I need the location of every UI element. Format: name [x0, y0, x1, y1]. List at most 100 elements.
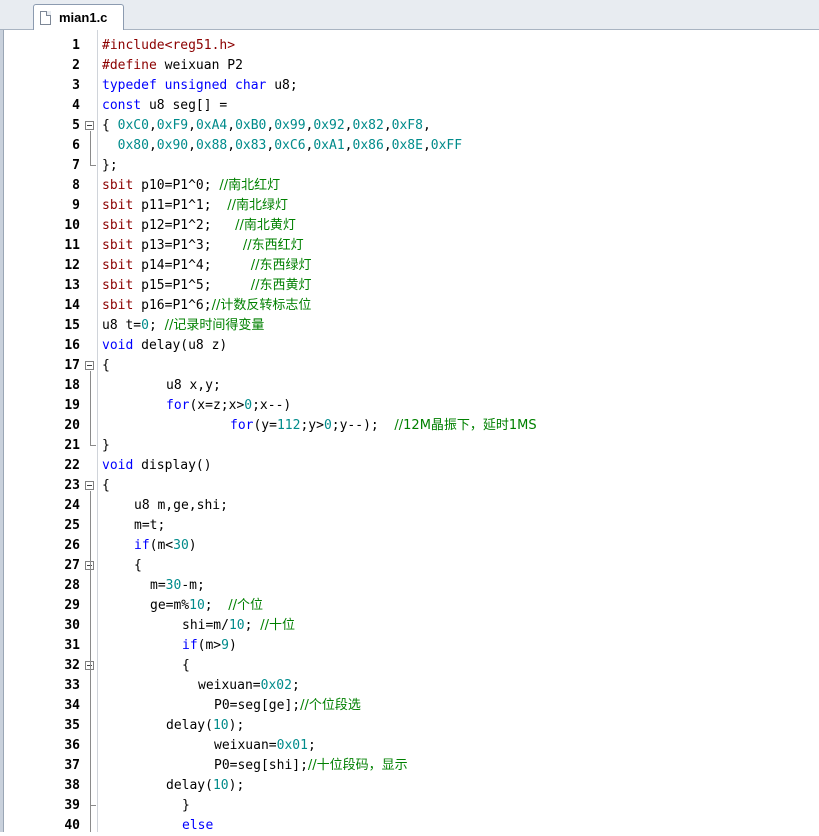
code-line[interactable]: 3 typedef unsigned char u8;: [0, 76, 819, 96]
code-line[interactable]: 33 weixuan=0x02;: [0, 676, 819, 696]
code-line[interactable]: 26 if(m<30): [0, 536, 819, 556]
line-number: 24: [64, 498, 80, 513]
code-line[interactable]: 12 sbit p14=P1^4; //东西绿灯: [0, 256, 819, 276]
code-token: for: [166, 398, 190, 413]
code-text: {: [182, 656, 190, 676]
code-line[interactable]: 24 u8 m,ge,shi;: [0, 496, 819, 516]
tab-label: mian1.c: [59, 10, 108, 25]
code-text: const u8 seg[] =: [102, 96, 227, 116]
code-token: //南北红灯: [219, 178, 281, 193]
code-text: delay(10);: [166, 776, 244, 796]
code-token: //东西黄灯: [250, 278, 312, 293]
code-text: sbit p11=P1^1; //南北绿灯: [102, 196, 288, 216]
code-token: 0: [141, 318, 149, 333]
code-token: //个位段选: [300, 698, 361, 713]
code-line[interactable]: 5{ 0xC0,0xF9,0xA4,0xB0,0x99,0x92,0x82,0x…: [0, 116, 819, 136]
code-line[interactable]: 40 else: [0, 816, 819, 836]
code-token: 10: [189, 598, 205, 613]
fold-collapse-icon[interactable]: [85, 121, 94, 130]
fold-collapse-icon[interactable]: [85, 481, 94, 490]
code-token: p13=P1^3;: [141, 238, 243, 253]
code-line[interactable]: 10 sbit p12=P1^2; //南北黄灯: [0, 216, 819, 236]
code-token: p15=P1^5;: [141, 278, 251, 293]
code-line[interactable]: 25 m=t;: [0, 516, 819, 536]
code-token: m=: [150, 578, 166, 593]
code-text: shi=m/10; //十位: [182, 616, 295, 636]
code-token: p10=P1^0;: [141, 178, 220, 193]
line-number: 28: [64, 578, 80, 593]
code-text: {: [102, 356, 110, 376]
code-line[interactable]: 2 #define weixuan P2: [0, 56, 819, 76]
line-number: 32: [64, 658, 80, 673]
code-line[interactable]: 21}: [0, 436, 819, 456]
code-line[interactable]: 6 0x80,0x90,0x88,0x83,0xC6,0xA1,0x86,0x8…: [0, 136, 819, 156]
code-token: //南北绿灯: [227, 198, 288, 213]
code-line[interactable]: 9 sbit p11=P1^1; //南北绿灯: [0, 196, 819, 216]
code-line[interactable]: 36 weixuan=0x01;: [0, 736, 819, 756]
code-line[interactable]: 7};: [0, 156, 819, 176]
code-token: u8 x,y;: [166, 378, 221, 393]
code-line[interactable]: 38 delay(10);: [0, 776, 819, 796]
code-line[interactable]: 29 ge=m%10; //个位: [0, 596, 819, 616]
code-token: (m<: [149, 538, 174, 553]
code-token: //十位: [260, 618, 296, 633]
code-token: weixuan P2: [164, 58, 243, 73]
code-token: sbit: [102, 258, 142, 273]
code-token: ;y--);: [331, 418, 395, 433]
code-token: //记录时间得变量: [164, 318, 265, 333]
code-line[interactable]: 8 sbit p10=P1^0; //南北红灯: [0, 176, 819, 196]
code-line[interactable]: 30 shi=m/10; //十位: [0, 616, 819, 636]
code-text: #define weixuan P2: [102, 56, 243, 76]
code-line[interactable]: 11 sbit p13=P1^3; //东西红灯: [0, 236, 819, 256]
code-line[interactable]: 20 for(y=112;y>0;y--); //12M晶振下，延时1MS: [0, 416, 819, 436]
code-line[interactable]: 4 const u8 seg[] =: [0, 96, 819, 116]
code-token: 10: [228, 618, 245, 633]
code-text: for(x=z;x>0;x--): [166, 396, 291, 416]
code-token: };: [102, 158, 118, 173]
line-number: 21: [64, 438, 80, 453]
code-token: 0x99: [274, 118, 306, 133]
code-token: 0x8E: [391, 138, 423, 153]
code-line[interactable]: 23 {: [0, 476, 819, 496]
fold-guide: [90, 371, 91, 446]
line-number: 10: [64, 218, 80, 233]
code-token: 0x86: [352, 138, 384, 153]
code-line[interactable]: 35 delay(10);: [0, 716, 819, 736]
code-line[interactable]: 15 u8 t=0; //记录时间得变量: [0, 316, 819, 336]
code-token: p12=P1^2;: [141, 218, 236, 233]
code-line[interactable]: 39}: [0, 796, 819, 816]
code-text: void display(): [102, 456, 212, 476]
code-line[interactable]: 18 u8 x,y;: [0, 376, 819, 396]
line-number: 2: [72, 58, 80, 73]
code-token: 0xF8: [391, 118, 423, 133]
code-line[interactable]: 13 sbit p15=P1^5; //东西黄灯: [0, 276, 819, 296]
code-line[interactable]: 22 void display(): [0, 456, 819, 476]
line-number: 1: [72, 38, 80, 53]
code-token: ,: [344, 118, 353, 133]
line-number: 37: [64, 758, 80, 773]
code-line[interactable]: 34 P0=seg[ge];//个位段选: [0, 696, 819, 716]
code-text: void delay(u8 z): [102, 336, 227, 356]
code-text: };: [102, 156, 118, 176]
code-line[interactable]: 17 {: [0, 356, 819, 376]
code-editor[interactable]: 1 #include<reg51.h> 2 #define weixuan P2 3 ty…: [0, 30, 819, 833]
code-line[interactable]: 16 void delay(u8 z): [0, 336, 819, 356]
tab-mian1-c[interactable]: mian1.c: [33, 4, 124, 30]
code-token: weixuan=: [214, 738, 277, 753]
code-token: 0xF9: [156, 118, 189, 133]
code-line[interactable]: 14 sbit p16=P1^6;//计数反转标志位: [0, 296, 819, 316]
code-token: {: [102, 478, 110, 493]
code-text: u8 m,ge,shi;: [134, 496, 228, 516]
code-token: p16=P1^6;: [141, 298, 212, 313]
code-line[interactable]: 19 for(x=z;x>0;x--): [0, 396, 819, 416]
code-line[interactable]: 32 {: [0, 656, 819, 676]
code-token: );: [228, 778, 245, 793]
fold-collapse-icon[interactable]: [85, 361, 94, 370]
code-line[interactable]: 1 #include<reg51.h>: [0, 36, 819, 56]
code-line[interactable]: 27 {: [0, 556, 819, 576]
code-line[interactable]: 28 m=30-m;: [0, 576, 819, 596]
code-line[interactable]: 37 P0=seg[shi];//十位段码，显示: [0, 756, 819, 776]
code-token: ;: [204, 598, 229, 613]
code-text: {: [134, 556, 142, 576]
code-line[interactable]: 31 if(m>9): [0, 636, 819, 656]
